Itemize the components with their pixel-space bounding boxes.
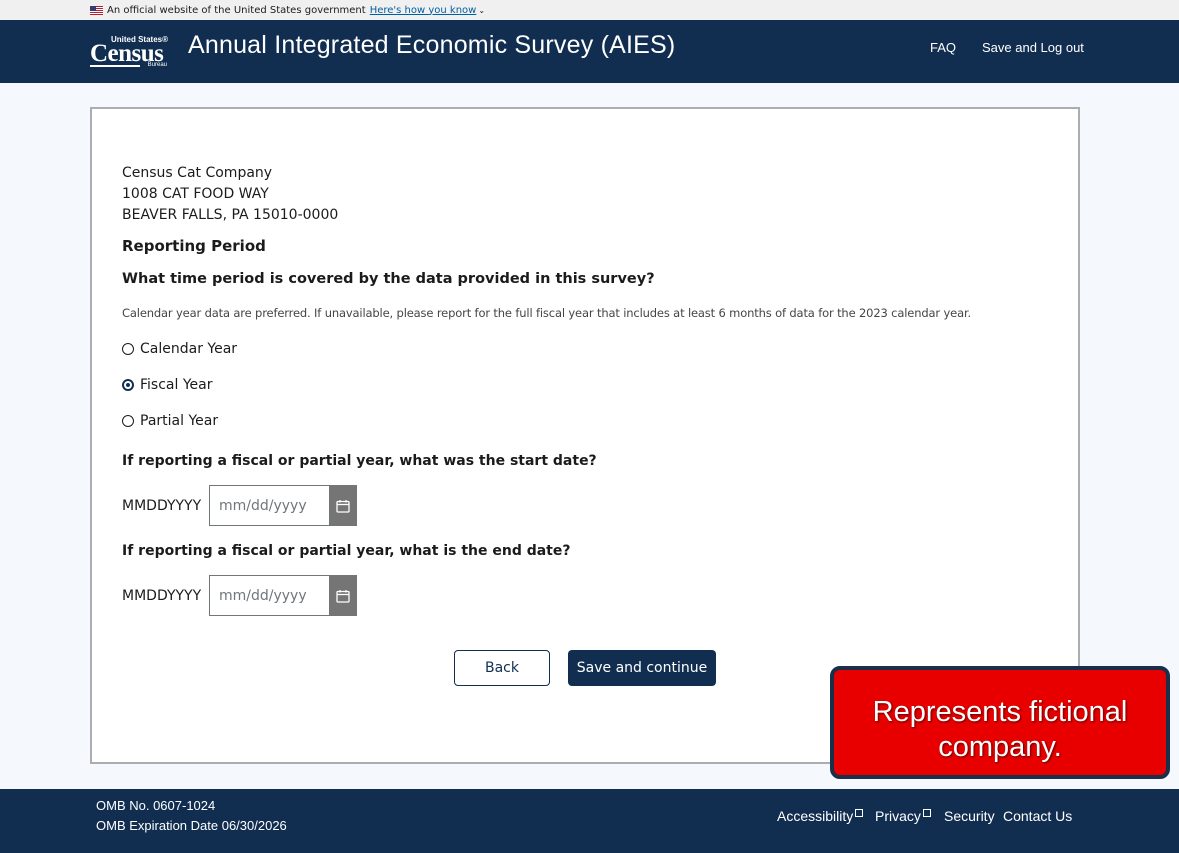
omb-number: OMB No. 0607-1024 bbox=[96, 798, 216, 813]
security-link[interactable]: Security bbox=[944, 808, 995, 824]
faq-link[interactable]: FAQ bbox=[930, 40, 956, 55]
end-q-prefix: If reporting a fiscal or partial year, w… bbox=[122, 543, 493, 559]
radio-button[interactable] bbox=[122, 343, 134, 355]
calendar-icon[interactable] bbox=[329, 485, 357, 526]
callout-line-2: company. bbox=[938, 731, 1062, 763]
accessibility-label[interactable]: Accessibility bbox=[777, 808, 853, 824]
company-city: BEAVER FALLS, PA 15010-0000 bbox=[122, 207, 339, 223]
start-date-format-label: MMDDYYYY bbox=[122, 497, 202, 514]
gov-banner-text: An official website of the United States… bbox=[107, 4, 366, 16]
start-q-suffix: date? bbox=[548, 453, 597, 469]
period-question: What time period is covered by the data … bbox=[122, 271, 655, 287]
end-date-input[interactable] bbox=[209, 575, 329, 616]
company-street: 1008 CAT FOOD WAY bbox=[122, 186, 269, 202]
radio-fiscal-year[interactable]: Fiscal Year bbox=[122, 377, 212, 393]
gov-banner: An official website of the United States… bbox=[0, 0, 1179, 20]
radio-label[interactable]: Partial Year bbox=[140, 413, 218, 429]
end-date-question: If reporting a fiscal or partial year, w… bbox=[122, 543, 571, 559]
chevron-down-icon[interactable]: ⌄ bbox=[478, 6, 485, 15]
company-name: Census Cat Company bbox=[122, 165, 273, 181]
site-header: United States® Census Bureau Annual Inte… bbox=[0, 20, 1179, 83]
callout-line-1: Represents fictional bbox=[872, 696, 1128, 728]
privacy-link[interactable]: Privacy bbox=[875, 808, 931, 824]
start-date-question: If reporting a fiscal or partial year, w… bbox=[122, 453, 597, 469]
calendar-icon[interactable] bbox=[329, 575, 357, 616]
external-link-icon bbox=[855, 809, 864, 817]
section-title: Reporting Period bbox=[122, 237, 266, 255]
start-q-bold: start bbox=[509, 453, 549, 469]
back-button[interactable]: Back bbox=[454, 650, 550, 686]
external-link-icon bbox=[922, 809, 931, 817]
end-date-format-label: MMDDYYYY bbox=[122, 587, 202, 604]
end-q-suffix: date? bbox=[521, 543, 571, 559]
radio-calendar-year[interactable]: Calendar Year bbox=[122, 341, 237, 357]
radio-label[interactable]: Calendar Year bbox=[140, 341, 237, 357]
us-flag-icon bbox=[90, 5, 103, 15]
heres-how-you-know-link[interactable]: Here's how you know bbox=[370, 5, 477, 16]
save-and-continue-button[interactable]: Save and continue bbox=[568, 650, 716, 686]
radio-partial-year[interactable]: Partial Year bbox=[122, 413, 218, 429]
save-and-logout-link[interactable]: Save and Log out bbox=[982, 40, 1084, 55]
logo-bureau: Bureau bbox=[147, 62, 167, 68]
radio-label[interactable]: Fiscal Year bbox=[140, 377, 212, 393]
end-q-bold: end bbox=[492, 543, 522, 559]
radio-button[interactable] bbox=[122, 415, 134, 427]
logo-underline bbox=[90, 65, 140, 67]
radio-button-selected[interactable] bbox=[122, 379, 134, 391]
census-logo[interactable]: United States® Census Bureau bbox=[90, 35, 170, 69]
fictional-company-callout: Represents fictional company. bbox=[830, 666, 1170, 779]
privacy-label[interactable]: Privacy bbox=[875, 808, 921, 824]
contact-us-link[interactable]: Contact Us bbox=[1003, 808, 1072, 824]
site-title: Annual Integrated Economic Survey (AIES) bbox=[188, 31, 676, 59]
start-q-prefix: If reporting a fiscal or partial year, w… bbox=[122, 453, 510, 469]
accessibility-link[interactable]: Accessibility bbox=[777, 808, 864, 824]
start-date-input[interactable] bbox=[209, 485, 329, 526]
site-footer: OMB No. 0607-1024 OMB Expiration Date 06… bbox=[0, 789, 1179, 853]
start-date-row: MMDDYYYY bbox=[122, 485, 357, 526]
omb-expiration: OMB Expiration Date 06/30/2026 bbox=[96, 818, 287, 833]
end-date-row: MMDDYYYY bbox=[122, 575, 357, 616]
period-hint: Calendar year data are preferred. If una… bbox=[122, 306, 971, 320]
